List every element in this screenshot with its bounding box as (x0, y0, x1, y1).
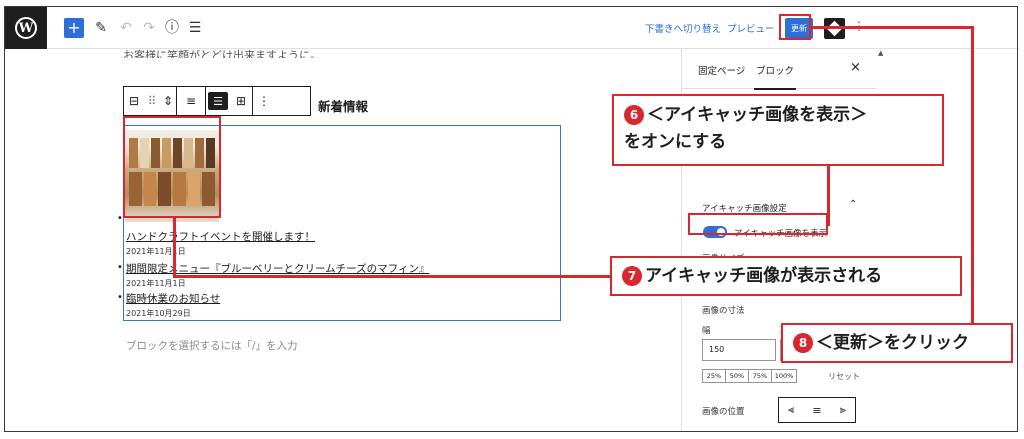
image-dimensions-label: 画像の寸法 (702, 306, 745, 316)
block-options-icon[interactable]: ⋮ (253, 87, 275, 115)
switch-to-draft-link[interactable]: 下書きへ切り替え (645, 21, 721, 35)
list-view-toggle-icon[interactable]: ☰ (208, 92, 228, 110)
featured-image-highlight (123, 116, 221, 218)
update-highlight (779, 14, 811, 40)
image-position-label: 画像の位置 (702, 407, 745, 417)
drag-handle-icon[interactable]: ⠿ (144, 87, 160, 115)
block-type-icon[interactable]: ⊟ (124, 87, 144, 115)
post-date-1: 2021年11月1日 (126, 247, 186, 256)
tab-block[interactable]: ブロック (753, 63, 797, 90)
pct-75-button[interactable]: 75% (748, 369, 772, 383)
redo-icon[interactable]: ↷ (140, 18, 158, 38)
move-up-down-icon[interactable]: ⇕ (160, 87, 176, 115)
align-left-icon[interactable]: ⫷ (788, 403, 794, 417)
section-heading[interactable]: 新着情報 (318, 96, 368, 115)
reset-button[interactable]: リセット (828, 371, 860, 382)
post-link-1[interactable]: ハンドクラフトイベントを開催します！ (126, 229, 315, 244)
pct-100-button[interactable]: 100% (771, 369, 797, 383)
wordpress-logo[interactable]: W (5, 7, 47, 49)
width-input[interactable]: 150 (702, 339, 776, 361)
editor-window: W + ✎ ↶ ↷ ⓘ ☰ 下書きへ切り替え プレビュー 更新 ⋮ お客様に笑顔… (4, 6, 1018, 432)
close-icon[interactable]: × (850, 60, 861, 75)
pct-25-button[interactable]: 25% (702, 369, 726, 383)
align-right-icon[interactable]: ⫸ (840, 403, 846, 417)
undo-icon[interactable]: ↶ (117, 18, 135, 38)
scroll-up-icon[interactable]: ▲ (878, 49, 883, 57)
add-block-button[interactable]: + (64, 18, 84, 38)
width-label: 幅 (702, 326, 711, 336)
block-placeholder[interactable]: ブロックを選択するには「/」を入力 (126, 338, 298, 353)
editor-canvas: お客様に笑顔がとどけ出来ますように。 ⊟ ⠿ ⇕ ≡ ☰ ⊞ ⋮ 新着情報 • … (5, 47, 665, 431)
size-percent-group: 25% 50% 75% 100% (702, 369, 797, 383)
callout-step-8: 8 ＜更新＞をクリック (781, 323, 1013, 363)
pct-50-button[interactable]: 50% (725, 369, 749, 383)
chevron-up-icon[interactable]: ⌃ (849, 199, 857, 210)
paragraph-text[interactable]: お客様に笑顔がとどけ出来ますように。 (123, 47, 321, 58)
list-view-icon[interactable]: ☰ (186, 18, 204, 38)
wordpress-icon: W (15, 17, 37, 39)
block-toolbar: ⊟ ⠿ ⇕ ≡ ☰ ⊞ ⋮ (123, 86, 311, 116)
settings-icon[interactable] (824, 18, 845, 39)
details-info-icon[interactable]: ⓘ (163, 18, 181, 38)
post-date-3: 2021年10月29日 (126, 309, 191, 318)
preview-link[interactable]: プレビュー (727, 21, 775, 35)
post-link-3[interactable]: 臨時休業のお知らせ (126, 291, 220, 306)
post-date-2: 2021年11月1日 (126, 279, 186, 288)
toggle-highlight (688, 213, 828, 235)
tab-page[interactable]: 固定ページ (698, 63, 745, 77)
image-position-group: ⫷ ≡ ⫸ (778, 397, 856, 423)
post-link-2[interactable]: 期間限定メニュー『ブルーベリーとクリームチーズのマフィン』 (126, 261, 429, 276)
callout-step-7: 7 アイキャッチ画像が表示される (610, 256, 962, 296)
edit-tool-icon[interactable]: ✎ (92, 18, 110, 38)
grid-view-icon[interactable]: ⊞ (230, 87, 252, 115)
align-icon[interactable]: ≡ (177, 87, 205, 115)
align-center-icon[interactable]: ≡ (812, 404, 821, 417)
callout-step-6: 6 ＜アイキャッチ画像を表示＞ をオンにする (612, 94, 944, 166)
